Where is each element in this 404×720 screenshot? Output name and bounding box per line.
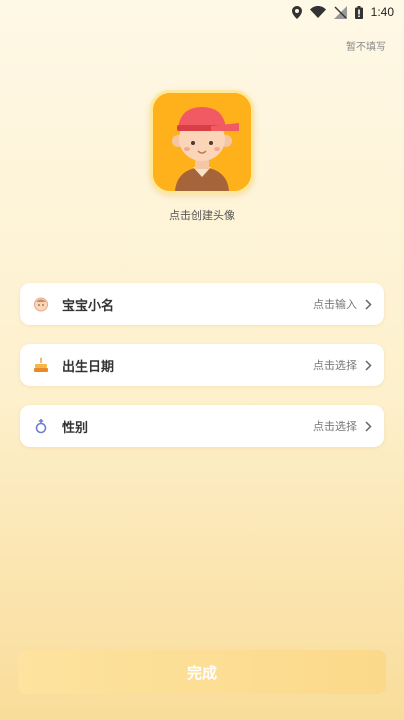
avatar-caption: 点击创建头像: [169, 209, 235, 222]
gender-hint: 点击选择: [313, 420, 357, 433]
avatar-button[interactable]: [150, 90, 254, 194]
location-icon: [291, 5, 302, 19]
status-bar: 1:40: [0, 0, 404, 24]
gender-label: 性别: [62, 420, 89, 436]
done-button[interactable]: 完成: [18, 650, 386, 694]
chevron-right-icon: [365, 420, 372, 432]
avatar-image: [153, 93, 251, 191]
gender-icon: [32, 417, 50, 435]
cake-icon: [32, 356, 50, 374]
baby-face-icon: [32, 295, 50, 313]
nickname-row[interactable]: 宝宝小名 点击输入: [20, 283, 384, 325]
no-signal-icon: [333, 5, 347, 19]
skip-link[interactable]: 暂不填写: [346, 38, 386, 53]
nickname-label: 宝宝小名: [62, 298, 115, 314]
status-time: 1:40: [370, 5, 394, 19]
birthday-row[interactable]: 出生日期 点击选择: [20, 344, 384, 386]
gender-row[interactable]: 性别 点击选择: [20, 405, 384, 447]
battery-icon: [354, 5, 363, 19]
wifi-icon: [309, 6, 326, 18]
birthday-hint: 点击选择: [313, 359, 357, 372]
chevron-right-icon: [365, 298, 372, 310]
chevron-right-icon: [365, 359, 372, 371]
birthday-label: 出生日期: [62, 359, 115, 375]
nickname-hint: 点击输入: [313, 298, 357, 311]
